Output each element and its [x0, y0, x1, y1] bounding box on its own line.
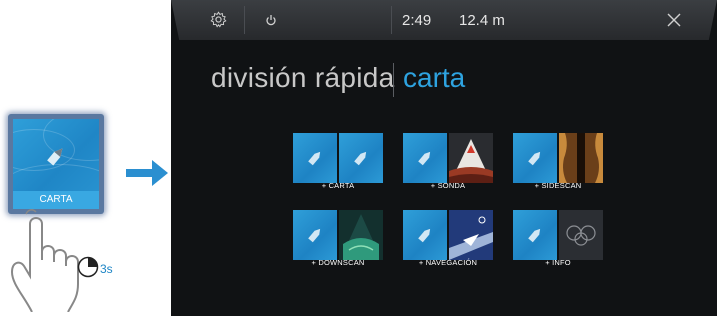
chart-pane [293, 133, 337, 183]
navigation-pane [449, 210, 493, 260]
split-option-label: + SIDESCAN [534, 181, 582, 190]
split-option-info[interactable]: + INFO [513, 210, 603, 267]
split-option-downscan[interactable]: + DOWNSCAN [293, 210, 383, 267]
split-option-label: + CARTA [321, 181, 355, 190]
split-option-navigation[interactable]: + NAVEGACIÓN [403, 210, 493, 267]
divider [244, 6, 245, 34]
downscan-pane [339, 210, 383, 260]
info-pane [559, 210, 603, 260]
chart-pane [293, 210, 337, 260]
page-title: división rápida [211, 62, 395, 93]
split-option-label: + DOWNSCAN [311, 258, 365, 267]
split-option-label: + INFO [545, 258, 571, 267]
chart-pane [513, 210, 557, 260]
arrow-right-icon [126, 160, 168, 186]
timer-icon [77, 256, 99, 278]
chart-pane [403, 210, 447, 260]
hold-duration-label: 3s [100, 262, 113, 276]
boat-icon [47, 148, 63, 166]
split-option-chart[interactable]: + CARTA [293, 133, 383, 190]
clock-time: 2:49 [402, 12, 432, 29]
title-divider [393, 63, 394, 97]
chart-pane [513, 133, 557, 183]
sonar-pane [449, 133, 493, 183]
selected-panel-title: carta [403, 62, 466, 93]
divider [391, 6, 392, 34]
top-bar [171, 0, 717, 40]
split-option-sonar[interactable]: + SONDA [403, 133, 493, 190]
close-icon[interactable] [667, 13, 681, 27]
sidescan-pane [559, 133, 603, 183]
power-icon[interactable] [265, 14, 277, 26]
gear-icon[interactable] [210, 11, 227, 28]
split-option-label: + NAVEGACIÓN [418, 258, 478, 267]
depth-readout: 12.4 m [459, 12, 505, 29]
chart-app-tile[interactable]: CARTA [8, 114, 104, 214]
chart-pane [403, 133, 447, 183]
device-screen: 2:49 12.4 m división rápida carta + CART… [171, 0, 717, 316]
split-option-sidescan[interactable]: + SIDESCAN [513, 133, 603, 190]
chart-pane [339, 133, 383, 183]
split-option-label: + SONDA [430, 181, 466, 190]
